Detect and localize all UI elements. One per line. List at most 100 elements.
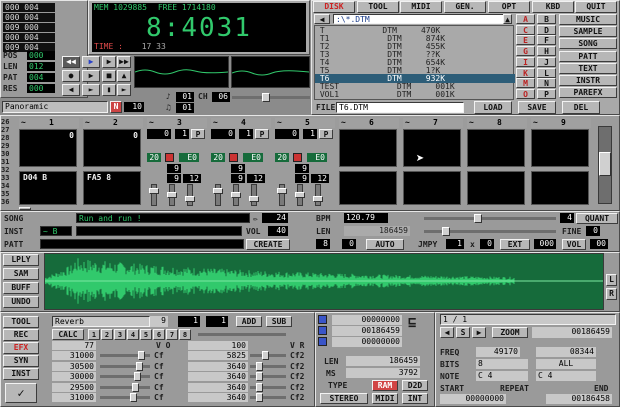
track-slot-bottom[interactable]	[339, 171, 397, 205]
tab-tool[interactable]: TOOL	[357, 1, 399, 13]
tab-gen[interactable]: GEN.	[444, 1, 486, 13]
track-slot-top[interactable]: 0	[83, 129, 141, 167]
track-instrument[interactable]: 1	[303, 129, 317, 139]
track-header-8[interactable]: ~8	[467, 118, 527, 128]
create-button[interactable]: CREATE	[246, 239, 290, 250]
param-c-knob[interactable]	[262, 351, 269, 360]
track-fader[interactable]	[187, 184, 193, 206]
patt-field[interactable]	[40, 239, 244, 249]
vol2-button[interactable]: VOL	[562, 239, 586, 250]
track-fader-knob[interactable]	[295, 192, 305, 198]
x-value[interactable]: 0	[480, 239, 494, 249]
effect-slot-8[interactable]: 8	[179, 329, 191, 340]
track-instrument[interactable]: 1	[175, 129, 189, 139]
track-scroll-left[interactable]	[19, 207, 31, 210]
drive-k-button[interactable]: K	[516, 67, 535, 78]
zoom-s-button[interactable]: S	[456, 327, 470, 338]
start-value[interactable]: 00000000	[440, 394, 506, 404]
track-fader-knob[interactable]	[167, 192, 177, 198]
track-mix-a[interactable]: 20	[275, 153, 289, 162]
note-value[interactable]: C 4	[476, 371, 528, 381]
undo-button[interactable]: UNDO	[3, 296, 39, 308]
ch2-value[interactable]: 01	[176, 103, 194, 113]
track-slot-bottom[interactable]	[467, 171, 525, 205]
ch-slider[interactable]	[232, 96, 310, 99]
create-value-2[interactable]: 0	[342, 239, 356, 249]
inst-name-field[interactable]	[76, 226, 242, 236]
track-header-2[interactable]: ~2	[83, 118, 143, 128]
tab-midi[interactable]: MIDI	[400, 1, 442, 13]
effect-slot-slider[interactable]	[198, 333, 286, 336]
track-fader-knob[interactable]	[185, 196, 195, 202]
help-icon[interactable]: ✓	[5, 383, 37, 403]
vol2-value[interactable]: 00	[590, 239, 608, 249]
effect-val-a[interactable]: 1	[178, 316, 200, 327]
tool-tool-button[interactable]: TOOL	[3, 316, 39, 328]
int-button[interactable]: INT	[402, 393, 428, 404]
track-fader[interactable]	[315, 184, 321, 206]
track-scroll-knob[interactable]	[599, 152, 611, 176]
track-header-6[interactable]: ~6	[339, 118, 399, 128]
len-slider-knob[interactable]	[442, 227, 450, 236]
drive-p-button[interactable]: P	[537, 88, 556, 99]
track-mix-b[interactable]: E0	[179, 153, 199, 162]
song-button[interactable]: SONG	[559, 38, 617, 50]
file-list[interactable]: T DTM 470K T1 DTM 874K T2 DTM 455K T3 DT…	[314, 25, 515, 100]
syn-tool-button[interactable]: SYN	[3, 355, 39, 367]
param-a-knob[interactable]	[132, 382, 139, 392]
track-header-5[interactable]: ~5	[275, 118, 335, 128]
tab-kbd[interactable]: KBD	[532, 1, 574, 13]
param-col2-top[interactable]: 100	[188, 341, 248, 350]
param-a[interactable]: 30000	[52, 372, 96, 382]
bits-value[interactable]: 8	[476, 359, 528, 369]
track-header-9[interactable]: ~9	[531, 118, 591, 128]
param-a-knob[interactable]	[138, 351, 145, 360]
speed-value[interactable]: 24	[262, 213, 288, 223]
sub-button[interactable]: SUB	[266, 316, 292, 327]
fine-value[interactable]: 0	[586, 226, 600, 236]
inst-field[interactable]: ~ B	[40, 226, 72, 236]
drive-b-button[interactable]: B	[537, 14, 556, 24]
effect-slot-4[interactable]: 4	[127, 329, 139, 340]
drive-e-button[interactable]: E	[516, 35, 535, 46]
param-col1-top[interactable]: 77	[52, 341, 96, 350]
quant-value[interactable]: 4	[560, 213, 574, 223]
track-slot-bottom[interactable]	[403, 171, 461, 205]
rec-tool-button[interactable]: REC	[3, 329, 39, 341]
track-mix-b[interactable]: E0	[307, 153, 327, 162]
track-fader-knob[interactable]	[213, 188, 223, 194]
track-slot-top[interactable]	[339, 129, 397, 167]
effect-slot-7[interactable]: 7	[166, 329, 178, 340]
channel-r-button[interactable]: R	[606, 288, 617, 300]
param-a-slider[interactable]	[100, 396, 150, 400]
drive-i-button[interactable]: I	[516, 56, 535, 67]
note2-value[interactable]: C 4	[536, 371, 596, 381]
tab-quit[interactable]: QUIT	[575, 1, 617, 13]
freq-value[interactable]: 49170	[476, 347, 520, 357]
efx-tool-button[interactable]: EFX	[3, 342, 39, 354]
track-pan-button[interactable]: P	[255, 129, 269, 139]
stop-button[interactable]: ■	[102, 70, 116, 82]
tab-disk[interactable]: DISK	[313, 1, 355, 13]
d2d-button[interactable]: D2D	[402, 380, 428, 391]
track-mix-b[interactable]: E0	[243, 153, 263, 162]
track-fader-knob[interactable]	[313, 196, 323, 202]
param-c[interactable]: 3640	[188, 372, 248, 382]
next-pattern-button[interactable]: ►	[117, 84, 131, 96]
track-mix-c[interactable]: 9	[231, 164, 245, 173]
buffer-toggle[interactable]	[318, 315, 327, 324]
instr-button[interactable]: INSTR	[559, 75, 617, 86]
track-mute-button[interactable]	[165, 153, 174, 162]
effect-slot-2[interactable]: 2	[101, 329, 113, 340]
ram-button[interactable]: RAM	[372, 380, 398, 391]
inst-tool-button[interactable]: INST	[3, 368, 39, 380]
track-fader-knob[interactable]	[231, 192, 241, 198]
load-button[interactable]: LOAD	[474, 101, 512, 114]
track-slot-top[interactable]: 0	[19, 129, 77, 167]
track-fader[interactable]	[251, 184, 257, 206]
param-a-slider[interactable]	[100, 385, 150, 389]
track-instrument[interactable]: 1	[239, 129, 253, 139]
track-mix-a[interactable]: 20	[211, 153, 225, 162]
track-pan-button[interactable]: P	[319, 129, 333, 139]
track-slot-bottom[interactable]	[531, 171, 589, 205]
